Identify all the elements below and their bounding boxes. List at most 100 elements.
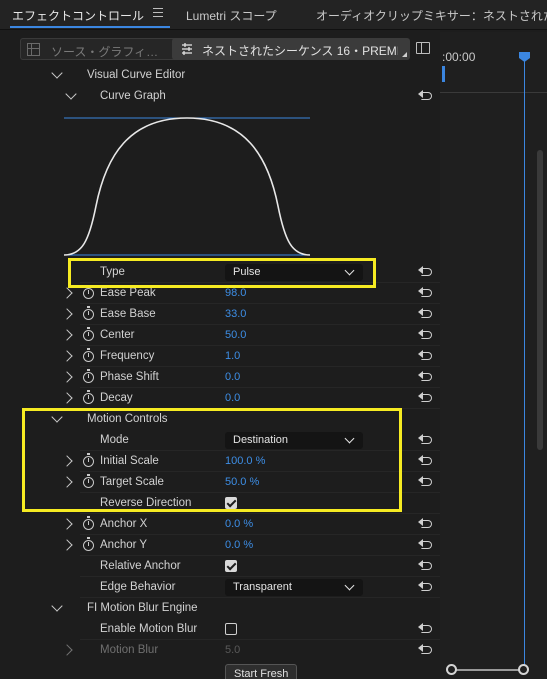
reset-icon[interactable]	[418, 539, 434, 551]
prop-ease-peak: Ease Peak 98.0	[0, 283, 440, 304]
stopwatch-icon[interactable]	[83, 306, 94, 320]
sequence-clip-selector[interactable]: ネストされたシーケンス 16・PREMI...	[172, 38, 410, 60]
reset-icon[interactable]	[418, 644, 434, 656]
reset-icon[interactable]	[418, 455, 434, 467]
chevron-down-icon[interactable]	[65, 88, 77, 100]
prop-reverse-direction: Reverse Direction	[0, 493, 440, 514]
reset-icon[interactable]	[418, 287, 434, 299]
center-value[interactable]: 50.0	[225, 329, 246, 341]
enable-motion-blur-checkbox[interactable]	[225, 623, 237, 635]
target-scale-value[interactable]: 50.0 %	[225, 476, 259, 488]
chevron-down-icon[interactable]	[51, 67, 63, 79]
effect-timeline[interactable]: :00:00	[440, 32, 547, 679]
prop-label: Anchor Y	[100, 539, 148, 551]
stopwatch-icon[interactable]	[83, 390, 94, 404]
chevron-right-icon[interactable]	[61, 644, 73, 656]
reverse-direction-checkbox[interactable]	[225, 497, 237, 509]
stopwatch-icon[interactable]	[83, 537, 94, 551]
stopwatch-icon[interactable]	[83, 516, 94, 530]
anchor-x-value[interactable]: 0.0 %	[225, 518, 253, 530]
stopwatch-icon[interactable]	[83, 285, 94, 299]
reset-icon[interactable]	[418, 392, 434, 404]
vertical-scrollbar[interactable]	[537, 150, 543, 450]
chevron-right-icon[interactable]	[61, 371, 73, 383]
zoom-start-handle[interactable]	[446, 664, 457, 675]
active-tab-indicator	[10, 26, 170, 28]
chevron-down-icon	[344, 580, 355, 591]
chevron-right-icon[interactable]	[61, 518, 73, 530]
tab-lumetri-scopes[interactable]: Lumetri スコープ	[186, 7, 277, 24]
reset-icon[interactable]	[418, 434, 434, 446]
chevron-down-icon[interactable]	[51, 600, 63, 612]
prop-label: Motion Blur	[100, 644, 159, 656]
pulse-curve	[64, 117, 311, 256]
reset-icon[interactable]	[418, 581, 434, 593]
chevron-right-icon[interactable]	[61, 308, 73, 320]
stopwatch-icon[interactable]	[83, 327, 94, 341]
source-clip-selector[interactable]: ソース・グラフィ…	[20, 38, 184, 60]
chevron-right-icon[interactable]	[61, 455, 73, 467]
stopwatch-icon[interactable]	[83, 369, 94, 383]
section-visual-curve-editor[interactable]: Visual Curve Editor	[0, 65, 440, 86]
prop-label: Relative Anchor	[100, 560, 181, 572]
in-point-marker	[442, 66, 445, 82]
prop-label: Edge Behavior	[100, 581, 176, 593]
anchor-y-value[interactable]: 0.0 %	[225, 539, 253, 551]
zoom-end-handle[interactable]	[518, 664, 529, 675]
prop-mode: Mode Destination	[0, 430, 440, 451]
reset-icon[interactable]	[418, 350, 434, 362]
reset-icon[interactable]	[418, 518, 434, 530]
mode-dropdown[interactable]: Destination	[225, 432, 363, 449]
reset-icon[interactable]	[418, 476, 434, 488]
reset-icon[interactable]	[418, 623, 434, 635]
dropdown-value: Pulse	[233, 266, 261, 278]
section-curve-graph[interactable]: Curve Graph	[0, 86, 440, 107]
reset-icon[interactable]	[418, 371, 434, 383]
prop-label: Ease Peak	[100, 287, 156, 299]
toggle-timeline-view-icon[interactable]	[416, 42, 430, 54]
section-label: Motion Controls	[87, 413, 168, 425]
reset-icon[interactable]	[418, 308, 434, 320]
stopwatch-icon[interactable]	[83, 453, 94, 467]
chevron-right-icon[interactable]	[61, 329, 73, 341]
frequency-value[interactable]: 1.0	[225, 350, 240, 362]
phase-shift-value[interactable]: 0.0	[225, 371, 240, 383]
relative-anchor-checkbox[interactable]	[225, 560, 237, 572]
timeline-timecode: :00:00	[442, 50, 476, 64]
section-motion-controls[interactable]: Motion Controls	[0, 409, 440, 430]
chevron-right-icon[interactable]	[61, 287, 73, 299]
reset-icon[interactable]	[418, 90, 434, 102]
reset-icon[interactable]	[418, 560, 434, 572]
type-dropdown[interactable]: Pulse	[225, 264, 363, 281]
chevron-down-icon	[344, 265, 355, 276]
source-clip-label: ソース・グラフィ…	[51, 45, 159, 59]
chevron-right-icon[interactable]	[61, 476, 73, 488]
prop-label: Enable Motion Blur	[100, 623, 198, 635]
prop-label: Ease Base	[100, 308, 156, 320]
timeline-zoom-scrollbar[interactable]	[446, 664, 529, 676]
prop-label: Mode	[100, 434, 129, 446]
decay-value[interactable]: 0.0	[225, 392, 240, 404]
section-motion-blur-engine[interactable]: FI Motion Blur Engine	[0, 598, 440, 619]
ease-base-value[interactable]: 33.0	[225, 308, 246, 320]
panel-menu-icon[interactable]	[153, 8, 163, 18]
prop-label: Reverse Direction	[100, 497, 192, 509]
tab-audio-clip-mixer[interactable]: オーディオクリップミキサー：ネストされた	[316, 7, 547, 24]
chevron-right-icon[interactable]	[61, 392, 73, 404]
chevron-down-icon[interactable]	[51, 411, 63, 423]
ease-peak-value[interactable]: 98.0	[225, 287, 246, 299]
stopwatch-icon[interactable]	[83, 474, 94, 488]
prop-label: Target Scale	[100, 476, 164, 488]
tab-effect-controls[interactable]: エフェクトコントロール	[12, 7, 144, 24]
edge-behavior-dropdown[interactable]: Transparent	[225, 579, 363, 596]
reset-icon[interactable]	[418, 266, 434, 278]
initial-scale-value[interactable]: 100.0 %	[225, 455, 265, 467]
reset-icon[interactable]	[418, 329, 434, 341]
chevron-right-icon[interactable]	[61, 539, 73, 551]
stopwatch-icon[interactable]	[83, 348, 94, 362]
prop-relative-anchor: Relative Anchor	[0, 556, 440, 577]
curve-graph	[64, 117, 311, 256]
prop-enable-motion-blur: Enable Motion Blur	[0, 619, 440, 640]
chevron-right-icon[interactable]	[61, 350, 73, 362]
start-fresh-button[interactable]: Start Fresh	[225, 664, 297, 679]
